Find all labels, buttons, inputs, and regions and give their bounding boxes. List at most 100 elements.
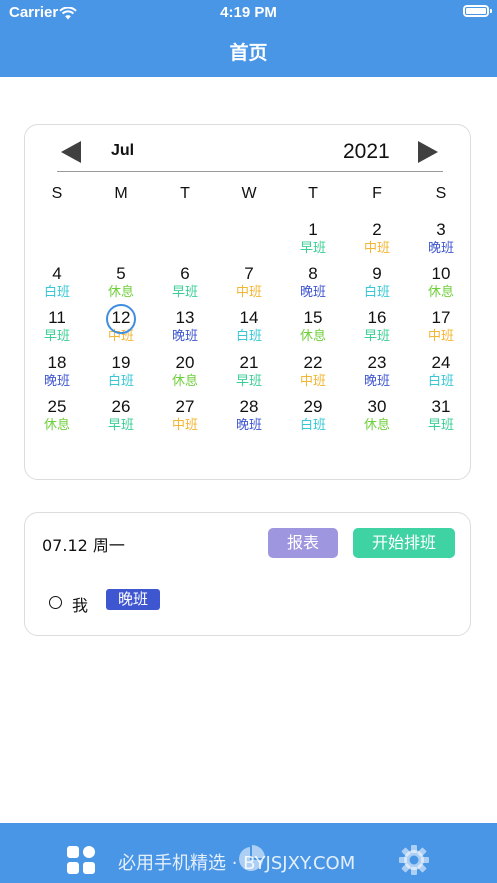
calendar-divider <box>57 171 443 172</box>
calendar-day[interactable]: 26 早班 <box>95 397 147 439</box>
settings-gear-icon[interactable] <box>398 844 430 880</box>
day-shift-label: 晚班 <box>43 374 70 389</box>
calendar-day[interactable]: 21 早班 <box>223 353 275 395</box>
day-shift-label: 休息 <box>427 285 454 300</box>
day-number: 17 <box>431 308 451 327</box>
day-shift-label: 晚班 <box>235 418 262 433</box>
day-number: 5 <box>116 264 126 283</box>
calendar-day[interactable]: 9 白班 <box>351 264 403 306</box>
calendar-day[interactable]: 19 白班 <box>95 353 147 395</box>
calendar-day[interactable]: 12 中班 <box>95 304 147 350</box>
calendar-day[interactable]: 18 晚班 <box>31 353 83 395</box>
calendar-day[interactable]: 25 休息 <box>31 397 83 439</box>
day-shift-label: 晚班 <box>299 285 326 300</box>
day-shift-label: 早班 <box>427 418 454 433</box>
selected-date: 07.12 周一 <box>42 536 125 555</box>
day-number: 25 <box>47 397 67 416</box>
day-number: 10 <box>431 264 451 283</box>
calendar-day[interactable]: 8 晚班 <box>287 264 339 306</box>
calendar-day[interactable]: 5 休息 <box>95 264 147 306</box>
calendar-day[interactable]: 13 晚班 <box>159 308 211 350</box>
day-shift-label: 白班 <box>107 374 134 389</box>
calendar-day[interactable]: 30 休息 <box>351 397 403 439</box>
calendar-day[interactable]: 11 早班 <box>31 308 83 350</box>
day-shift-label: 白班 <box>427 374 454 389</box>
day-number: 2 <box>372 220 382 239</box>
calendar-day[interactable]: 31 早班 <box>415 397 467 439</box>
day-number: 26 <box>111 397 131 416</box>
calendar-day[interactable]: 20 休息 <box>159 353 211 395</box>
day-shift-label: 休息 <box>43 418 70 433</box>
calendar-day[interactable]: 10 休息 <box>415 264 467 306</box>
apps-icon[interactable] <box>67 846 97 876</box>
day-shift-label: 休息 <box>171 374 198 389</box>
calendar-day[interactable]: 24 白班 <box>415 353 467 395</box>
report-button[interactable]: 报表 <box>268 528 338 558</box>
shift-detail-card: 07.12 周一 报表 开始排班 我 晚班 <box>24 512 471 636</box>
day-shift-label: 中班 <box>427 329 454 344</box>
calendar-day[interactable]: 2 中班 <box>351 220 403 262</box>
prev-month-icon[interactable] <box>61 141 81 163</box>
weekday-label: T <box>180 185 190 202</box>
status-bar: Carrier 4:19 PM <box>0 0 497 26</box>
day-number: 23 <box>367 353 387 372</box>
calendar-day[interactable]: 14 白班 <box>223 308 275 350</box>
calendar-year: 2021 <box>343 140 390 163</box>
day-number: 15 <box>303 308 323 327</box>
calendar-day[interactable]: 27 中班 <box>159 397 211 439</box>
calendar-day[interactable]: 28 晚班 <box>223 397 275 439</box>
day-number: 4 <box>52 264 62 283</box>
person-name: 我 <box>72 596 89 615</box>
watermark-text: 必用手机精选 · BYJSJXY.COM <box>118 853 356 874</box>
calendar-day[interactable]: 17 中班 <box>415 308 467 350</box>
day-number: 31 <box>431 397 451 416</box>
day-number: 22 <box>303 353 323 372</box>
day-number: 21 <box>239 353 259 372</box>
day-shift-label: 晚班 <box>363 374 390 389</box>
calendar-day[interactable]: 7 中班 <box>223 264 275 306</box>
calendar-month: Jul <box>111 142 135 159</box>
calendar-day[interactable]: 16 早班 <box>351 308 403 350</box>
start-schedule-button[interactable]: 开始排班 <box>353 528 455 558</box>
person-radio[interactable] <box>49 596 62 609</box>
day-shift-label: 休息 <box>107 285 134 300</box>
weekday-label: M <box>114 185 128 202</box>
day-shift-label: 休息 <box>363 418 390 433</box>
day-number: 14 <box>239 308 259 327</box>
day-number: 13 <box>175 308 195 327</box>
day-number: 18 <box>47 353 67 372</box>
calendar-day[interactable]: 1 早班 <box>287 220 339 262</box>
day-number: 28 <box>239 397 259 416</box>
day-shift-label: 白班 <box>363 285 390 300</box>
calendar-day[interactable]: 23 晚班 <box>351 353 403 395</box>
day-shift-label: 早班 <box>43 329 70 344</box>
day-shift-label: 早班 <box>171 285 198 300</box>
day-number: 12 <box>111 308 131 327</box>
day-shift-label: 白班 <box>299 418 326 433</box>
person-shift-badge: 晚班 <box>106 589 160 610</box>
calendar-day[interactable]: 6 早班 <box>159 264 211 306</box>
calendar-day[interactable]: 29 白班 <box>287 397 339 439</box>
page-title: 首页 <box>229 42 268 64</box>
battery-icon <box>463 5 492 17</box>
weekday-label: S <box>435 185 447 202</box>
day-number: 7 <box>244 264 254 283</box>
day-number: 27 <box>175 397 195 416</box>
calendar-day[interactable]: 22 中班 <box>287 353 339 395</box>
day-shift-label: 早班 <box>107 418 134 433</box>
day-number: 9 <box>372 264 382 283</box>
next-month-icon[interactable] <box>418 141 438 163</box>
day-shift-label: 中班 <box>171 418 198 433</box>
weekday-label: W <box>241 185 257 202</box>
calendar-day[interactable]: 3 晚班 <box>415 220 467 262</box>
day-number: 20 <box>175 353 195 372</box>
calendar-day[interactable]: 15 休息 <box>287 308 339 350</box>
calendar-day[interactable]: 4 白班 <box>31 264 83 306</box>
day-number: 19 <box>111 353 131 372</box>
day-shift-label: 中班 <box>363 241 390 256</box>
day-shift-label: 白班 <box>235 329 262 344</box>
nav-bar: 首页 <box>0 26 497 77</box>
day-shift-label: 晚班 <box>171 329 198 344</box>
weekday-label: S <box>51 185 63 202</box>
day-shift-label: 休息 <box>299 329 326 344</box>
